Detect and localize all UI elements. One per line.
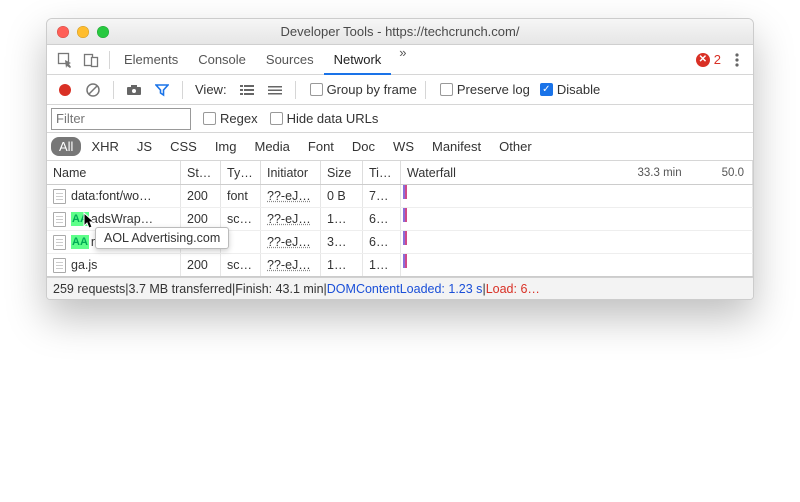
- status-bar: 259 requests | 3.7 MB transferred | Fini…: [47, 277, 753, 299]
- type-filter-row: All XHR JS CSS Img Media Font Doc WS Man…: [47, 133, 753, 161]
- view-large-icon[interactable]: [235, 79, 259, 101]
- error-count-value: 2: [714, 52, 721, 67]
- device-toolbar-icon[interactable]: [79, 48, 103, 72]
- network-toolbar: View: Group by frame Preserve log Disabl…: [47, 75, 753, 105]
- type-pill-css[interactable]: CSS: [162, 137, 205, 156]
- table-row[interactable]: ga.js 200 sc… ??-eJ… 1… 1…: [47, 254, 753, 277]
- devtools-window: Developer Tools - https://techcrunch.com…: [46, 18, 754, 300]
- table-row[interactable]: data:font/wo… 200 font ??-eJ… 0 B 7…: [47, 185, 753, 208]
- type-pill-other[interactable]: Other: [491, 137, 540, 156]
- type-pill-img[interactable]: Img: [207, 137, 245, 156]
- tooltip: AOL Advertising.com: [95, 227, 229, 249]
- inspect-element-icon[interactable]: [53, 48, 77, 72]
- preserve-log-checkbox[interactable]: Preserve log: [440, 82, 530, 97]
- filter-input[interactable]: [51, 108, 191, 130]
- initiator-link[interactable]: ??-eJ…: [267, 235, 311, 249]
- col-time[interactable]: Ti…: [363, 161, 401, 184]
- initiator-link[interactable]: ??-eJ…: [267, 212, 311, 226]
- dcl-metric: DOMContentLoaded: 1.23 s: [327, 282, 483, 296]
- type-pill-ws[interactable]: WS: [385, 137, 422, 156]
- separator: [295, 81, 296, 99]
- record-button[interactable]: [53, 79, 77, 101]
- tab-elements[interactable]: Elements: [114, 45, 188, 74]
- hide-data-urls-checkbox[interactable]: Hide data URLs: [270, 111, 379, 126]
- settings-menu-button[interactable]: [727, 53, 747, 67]
- type-pill-manifest[interactable]: Manifest: [424, 137, 489, 156]
- col-size[interactable]: Size: [321, 161, 363, 184]
- type-pill-font[interactable]: Font: [300, 137, 342, 156]
- initiator-link[interactable]: ??-eJ…: [267, 189, 311, 203]
- tab-console[interactable]: Console: [188, 45, 256, 74]
- timeline-ruler: 33.3 min50.0: [638, 161, 753, 184]
- panel-tabbar: Elements Console Sources Network » ✕ 2: [47, 45, 753, 75]
- file-icon: [53, 212, 66, 227]
- window-title: Developer Tools - https://techcrunch.com…: [47, 24, 753, 39]
- load-metric: Load: 6…: [486, 282, 540, 296]
- window-close-button[interactable]: [57, 26, 69, 38]
- col-name[interactable]: Name: [47, 161, 181, 184]
- type-pill-xhr[interactable]: XHR: [83, 137, 126, 156]
- window-minimize-button[interactable]: [77, 26, 89, 38]
- tab-sources[interactable]: Sources: [256, 45, 324, 74]
- initiator-link[interactable]: ??-eJ…: [267, 258, 311, 272]
- file-icon: [53, 189, 66, 204]
- col-status[interactable]: St…: [181, 161, 221, 184]
- tab-network[interactable]: Network: [324, 45, 392, 75]
- grid-header: Name St… Ty… Initiator Size Ti… Waterfal…: [47, 161, 753, 185]
- col-initiator[interactable]: Initiator: [261, 161, 321, 184]
- type-pill-all[interactable]: All: [51, 137, 81, 156]
- error-icon: ✕: [696, 53, 710, 67]
- tabs-overflow-button[interactable]: »: [391, 45, 414, 74]
- type-pill-media[interactable]: Media: [246, 137, 297, 156]
- separator: [113, 81, 114, 99]
- separator: [182, 81, 183, 99]
- view-small-icon[interactable]: [263, 79, 287, 101]
- aa-badge: AA: [71, 212, 89, 226]
- file-icon: [53, 258, 66, 273]
- disable-cache-checkbox[interactable]: Disable: [540, 82, 600, 97]
- error-count[interactable]: ✕ 2: [696, 52, 721, 67]
- col-type[interactable]: Ty…: [221, 161, 261, 184]
- aa-badge: AA: [71, 235, 89, 249]
- separator: [109, 51, 110, 69]
- file-icon: [53, 235, 66, 250]
- titlebar[interactable]: Developer Tools - https://techcrunch.com…: [47, 19, 753, 45]
- group-by-frame-checkbox[interactable]: Group by frame: [310, 82, 417, 97]
- clear-button[interactable]: [81, 79, 105, 101]
- view-label: View:: [195, 82, 227, 97]
- type-pill-js[interactable]: JS: [129, 137, 160, 156]
- window-zoom-button[interactable]: [97, 26, 109, 38]
- filter-toggle-icon[interactable]: [150, 79, 174, 101]
- col-waterfall[interactable]: Waterfall 33.3 min50.0: [401, 161, 753, 184]
- capture-screenshots-icon[interactable]: [122, 79, 146, 101]
- regex-checkbox[interactable]: Regex: [203, 111, 258, 126]
- separator: [425, 81, 426, 99]
- grid-body: data:font/wo… 200 font ??-eJ… 0 B 7… AAa…: [47, 185, 753, 277]
- filter-row: Regex Hide data URLs: [47, 105, 753, 133]
- type-pill-doc[interactable]: Doc: [344, 137, 383, 156]
